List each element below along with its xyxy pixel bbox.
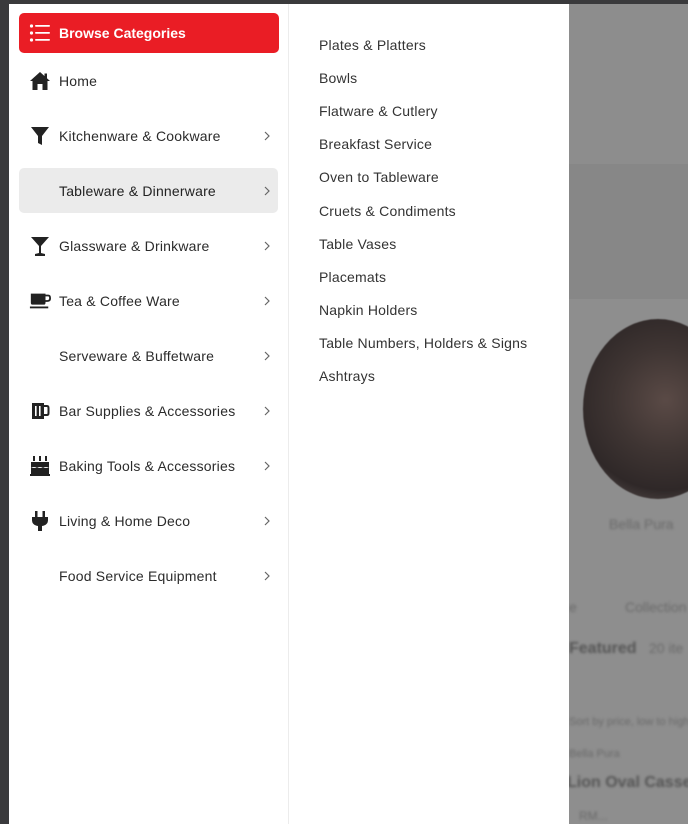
beer-mug-icon <box>29 400 51 422</box>
category-label: Bar Supplies & Accessories <box>59 402 236 419</box>
submenu-item[interactable]: Napkin Holders <box>319 294 569 327</box>
category-list: Home Kitchenware & Cookware Tableware & … <box>19 58 278 598</box>
background-text: Collection <box>625 599 687 615</box>
submenu-item[interactable]: Flatware & Cutlery <box>319 94 569 127</box>
category-item-food-service[interactable]: Food Service Equipment <box>19 553 278 598</box>
submenu-item[interactable]: Plates & Platters <box>319 28 569 61</box>
home-icon <box>29 70 51 92</box>
background-text: Bella Pura <box>569 748 620 760</box>
category-item-kitchenware[interactable]: Kitchenware & Cookware <box>19 113 278 158</box>
category-label: Tableware & Dinnerware <box>59 182 216 199</box>
plug-icon <box>29 510 51 532</box>
chevron-right-icon <box>264 406 270 415</box>
birthday-cake-icon <box>29 455 51 477</box>
category-item-home[interactable]: Home <box>19 58 278 103</box>
background-text: Lion Oval Casserole <box>569 774 688 791</box>
chevron-right-icon <box>264 241 270 250</box>
submenu-item[interactable]: Cruets & Condiments <box>319 194 569 227</box>
chevron-right-icon <box>264 186 270 195</box>
category-item-baking[interactable]: Baking Tools & Accessories <box>19 443 278 488</box>
category-item-serveware[interactable]: Serveware & Buffetware <box>19 333 278 378</box>
browse-categories-label: Browse Categories <box>59 25 186 41</box>
category-item-bar-supplies[interactable]: Bar Supplies & Accessories <box>19 388 278 433</box>
background-banner-lower <box>569 164 688 299</box>
cocktail-glass-icon <box>29 235 51 257</box>
background-product-image <box>583 319 688 499</box>
background-banner <box>569 4 688 164</box>
chevron-right-icon <box>264 571 270 580</box>
chevron-right-icon <box>264 131 270 140</box>
chevron-right-icon <box>264 461 270 470</box>
category-item-tableware[interactable]: Tableware & Dinnerware <box>19 168 278 213</box>
category-label: Living & Home Deco <box>59 512 191 529</box>
submenu-item[interactable]: Ashtrays <box>319 360 569 393</box>
submenu-item[interactable]: Breakfast Service <box>319 128 569 161</box>
background-page: Bella Pura e Collection Featured 20 ite … <box>569 4 688 824</box>
category-label: Food Service Equipment <box>59 567 217 584</box>
submenu-item[interactable]: Table Vases <box>319 227 569 260</box>
background-text: Sort by price, low to high <box>569 716 688 728</box>
submenu-column: Plates & Platters Bowls Flatware & Cutle… <box>289 4 569 824</box>
background-text: e <box>569 599 577 615</box>
category-item-glassware[interactable]: Glassware & Drinkware <box>19 223 278 268</box>
category-label: Home <box>59 72 98 89</box>
chevron-right-icon <box>264 351 270 360</box>
category-column: Browse Categories Home Kitchenware & Coo… <box>9 4 289 824</box>
background-text: 20 ite <box>649 640 684 656</box>
submenu-item[interactable]: Oven to Tableware <box>319 161 569 194</box>
submenu-item[interactable]: Placemats <box>319 260 569 293</box>
background-text: Featured <box>569 640 637 657</box>
submenu-item[interactable]: Bowls <box>319 61 569 94</box>
category-label: Tea & Coffee Ware <box>59 292 180 309</box>
category-label: Glassware & Drinkware <box>59 237 210 254</box>
category-label: Baking Tools & Accessories <box>59 457 236 474</box>
category-label: Serveware & Buffetware <box>59 347 215 364</box>
browse-categories-button[interactable]: Browse Categories <box>19 13 279 53</box>
category-item-living-home-deco[interactable]: Living & Home Deco <box>19 498 278 543</box>
list-icon <box>29 24 50 42</box>
submenu-item[interactable]: Table Numbers, Holders & Signs <box>319 327 569 360</box>
category-drawer: Browse Categories Home Kitchenware & Coo… <box>9 4 569 824</box>
chevron-right-icon <box>264 296 270 305</box>
category-label: Kitchenware & Cookware <box>59 127 221 144</box>
background-text: RM... <box>579 809 608 823</box>
chevron-right-icon <box>264 516 270 525</box>
category-item-tea-coffee[interactable]: Tea & Coffee Ware <box>19 278 278 323</box>
background-text: Bella Pura <box>609 516 674 532</box>
coffee-cup-icon <box>29 290 51 312</box>
funnel-icon <box>29 125 51 147</box>
